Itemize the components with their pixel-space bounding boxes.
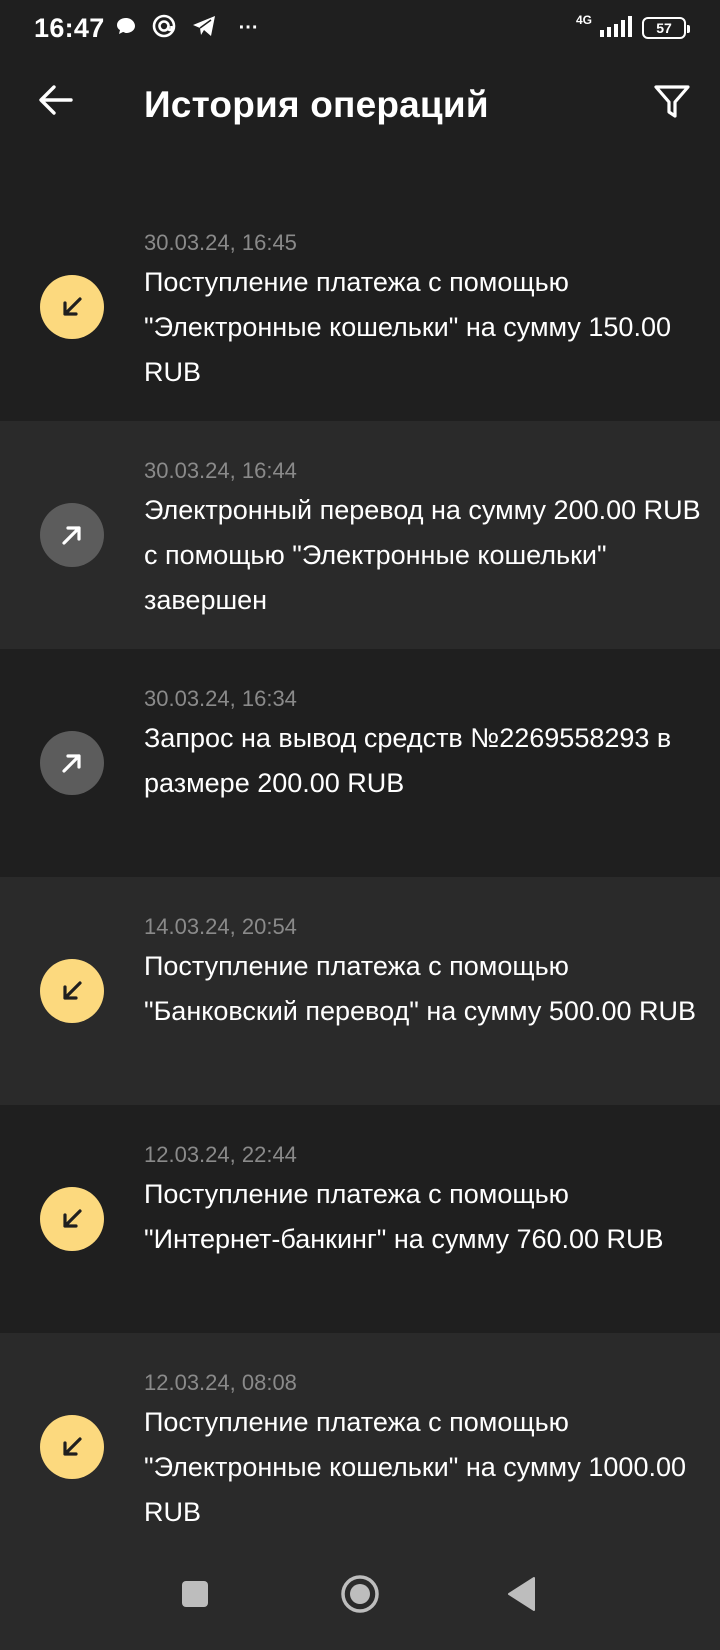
more-notifications-icon: ··· [238,16,259,39]
transaction-row[interactable]: 12.03.24, 22:44 Поступление платежа с пом… [0,1105,720,1333]
chat-bubble-icon [115,15,137,42]
transaction-row[interactable]: 30.03.24, 16:44 Электронный перевод на су… [0,421,720,649]
status-bar: 16:47 ··· 4G 57 [0,0,720,56]
transaction-row[interactable]: 30.03.24, 16:34 Запрос на вывод средств №… [0,649,720,877]
transaction-date: 30.03.24, 16:44 [144,458,297,483]
incoming-arrow-icon [40,1415,104,1479]
back-nav-button[interactable] [502,1576,542,1616]
incoming-arrow-icon [40,275,104,339]
status-time: 16:47 [34,12,105,43]
telegram-icon [191,14,217,43]
filter-button[interactable] [652,84,692,124]
transaction-date: 12.03.24, 08:08 [144,1370,297,1395]
triangle-back-icon [506,1576,538,1617]
transaction-row[interactable]: 14.03.24, 20:54 Поступление платежа с пом… [0,877,720,1105]
battery-icon: 57 [642,17,690,39]
transaction-date: 30.03.24, 16:45 [144,230,297,255]
network-type: 4G [575,13,592,27]
screen: 16:47 ··· 4G 57 История операций 30.03.2… [0,0,720,1650]
signal-icon [600,15,634,42]
recents-button[interactable] [175,1576,215,1616]
transaction-row[interactable]: 30.03.24, 16:45 Поступление платежа с пом… [0,193,720,421]
transaction-description: Запрос на вывод средств №2269558293 в ра… [144,723,672,798]
back-button[interactable] [36,82,76,122]
system-icons: 4G 57 [575,13,690,42]
at-sign-icon [151,13,177,44]
outgoing-arrow-icon [40,503,104,567]
filter-icon [653,83,691,126]
notification-icons: ··· [115,13,259,44]
page-title: История операций [144,84,489,125]
circle-icon [340,1574,380,1619]
transaction-description: Поступление платежа с помощью "Банковски… [144,951,696,1026]
square-icon [180,1579,210,1614]
transaction-date: 12.03.24, 22:44 [144,1142,297,1167]
app-bar: История операций [0,56,720,156]
transaction-description: Поступление платежа с помощью "Электронн… [144,1407,686,1527]
incoming-arrow-icon [40,959,104,1023]
transaction-row[interactable]: 12.03.24, 08:08 Поступление платежа с пом… [0,1333,720,1561]
transaction-list: 30.03.24, 16:45 Поступление платежа с пом… [0,193,720,1561]
transaction-description: Электронный перевод на сумму 200.00 RUB … [144,495,701,615]
outgoing-arrow-icon [40,731,104,795]
transaction-date: 14.03.24, 20:54 [144,914,297,939]
transaction-description: Поступление платежа с помощью "Электронн… [144,267,671,387]
transaction-date: 30.03.24, 16:34 [144,686,297,711]
incoming-arrow-icon [40,1187,104,1251]
transaction-description: Поступление платежа с помощью "Интернет-… [144,1179,664,1254]
arrow-left-icon [38,84,74,121]
home-button[interactable] [340,1574,380,1619]
system-navigation-bar [0,1540,720,1650]
battery-level: 57 [656,20,672,36]
